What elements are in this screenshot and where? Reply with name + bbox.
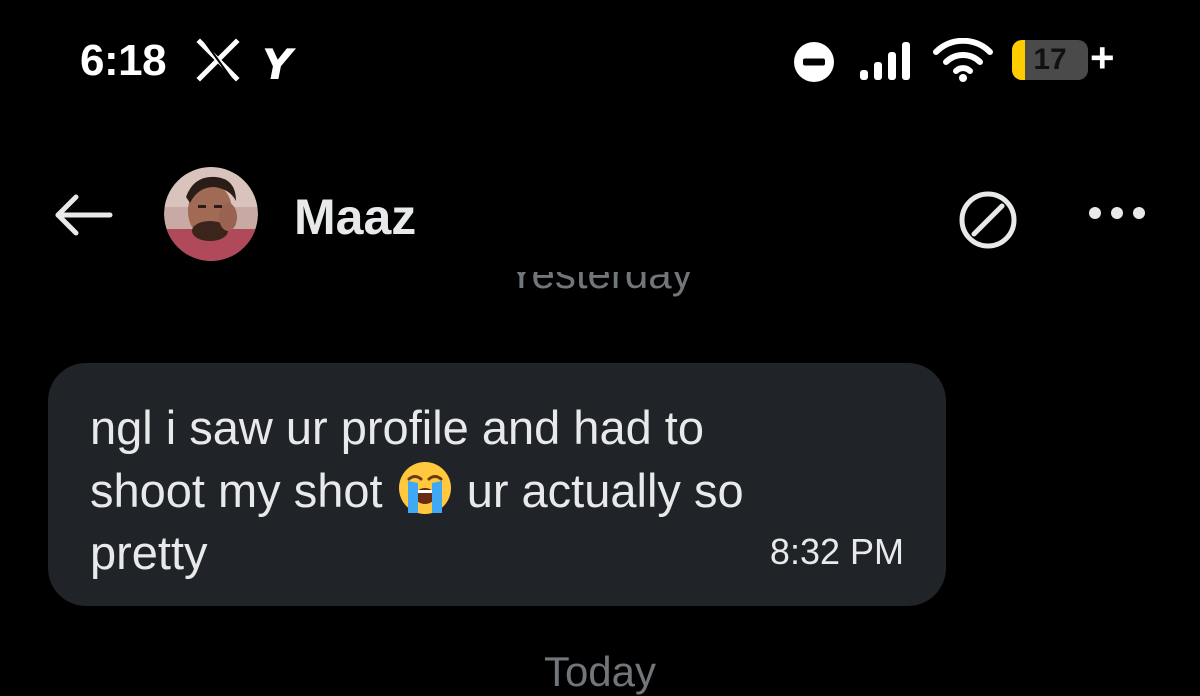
back-arrow-icon[interactable] [52, 190, 114, 240]
message-timestamp: 8:32 PM [769, 531, 904, 572]
date-separator-label: Yesterday [507, 272, 693, 297]
battery-level: 17 [1033, 43, 1067, 76]
cell-signal-icon [860, 42, 910, 80]
date-separator-yesterday: Yesterday [0, 272, 1200, 316]
more-options-icon[interactable] [1086, 200, 1148, 226]
date-separator-today: Today [543, 648, 657, 695]
charging-icon: + [1090, 34, 1115, 81]
message-text: ngl i saw ur profile and had to shoot my… [90, 397, 880, 584]
block-icon[interactable] [956, 188, 1020, 252]
loudly-crying-face-emoji [398, 462, 451, 514]
do-not-disturb-icon [794, 42, 834, 82]
x-logo-icon [196, 38, 240, 82]
status-time: 6:18 [80, 36, 167, 85]
message-bubble[interactable]: ngl i saw ur profile and had to shoot my… [48, 363, 946, 606]
wifi-icon [933, 38, 993, 82]
conversation-header: Maaz [0, 160, 1200, 270]
avatar[interactable] [164, 167, 258, 261]
battery-indicator: 17 [1012, 40, 1088, 80]
contact-name[interactable]: Maaz [294, 188, 416, 246]
y-app-icon: Y [262, 40, 293, 89]
status-bar: 6:18 Y 17 + [0, 0, 1200, 120]
